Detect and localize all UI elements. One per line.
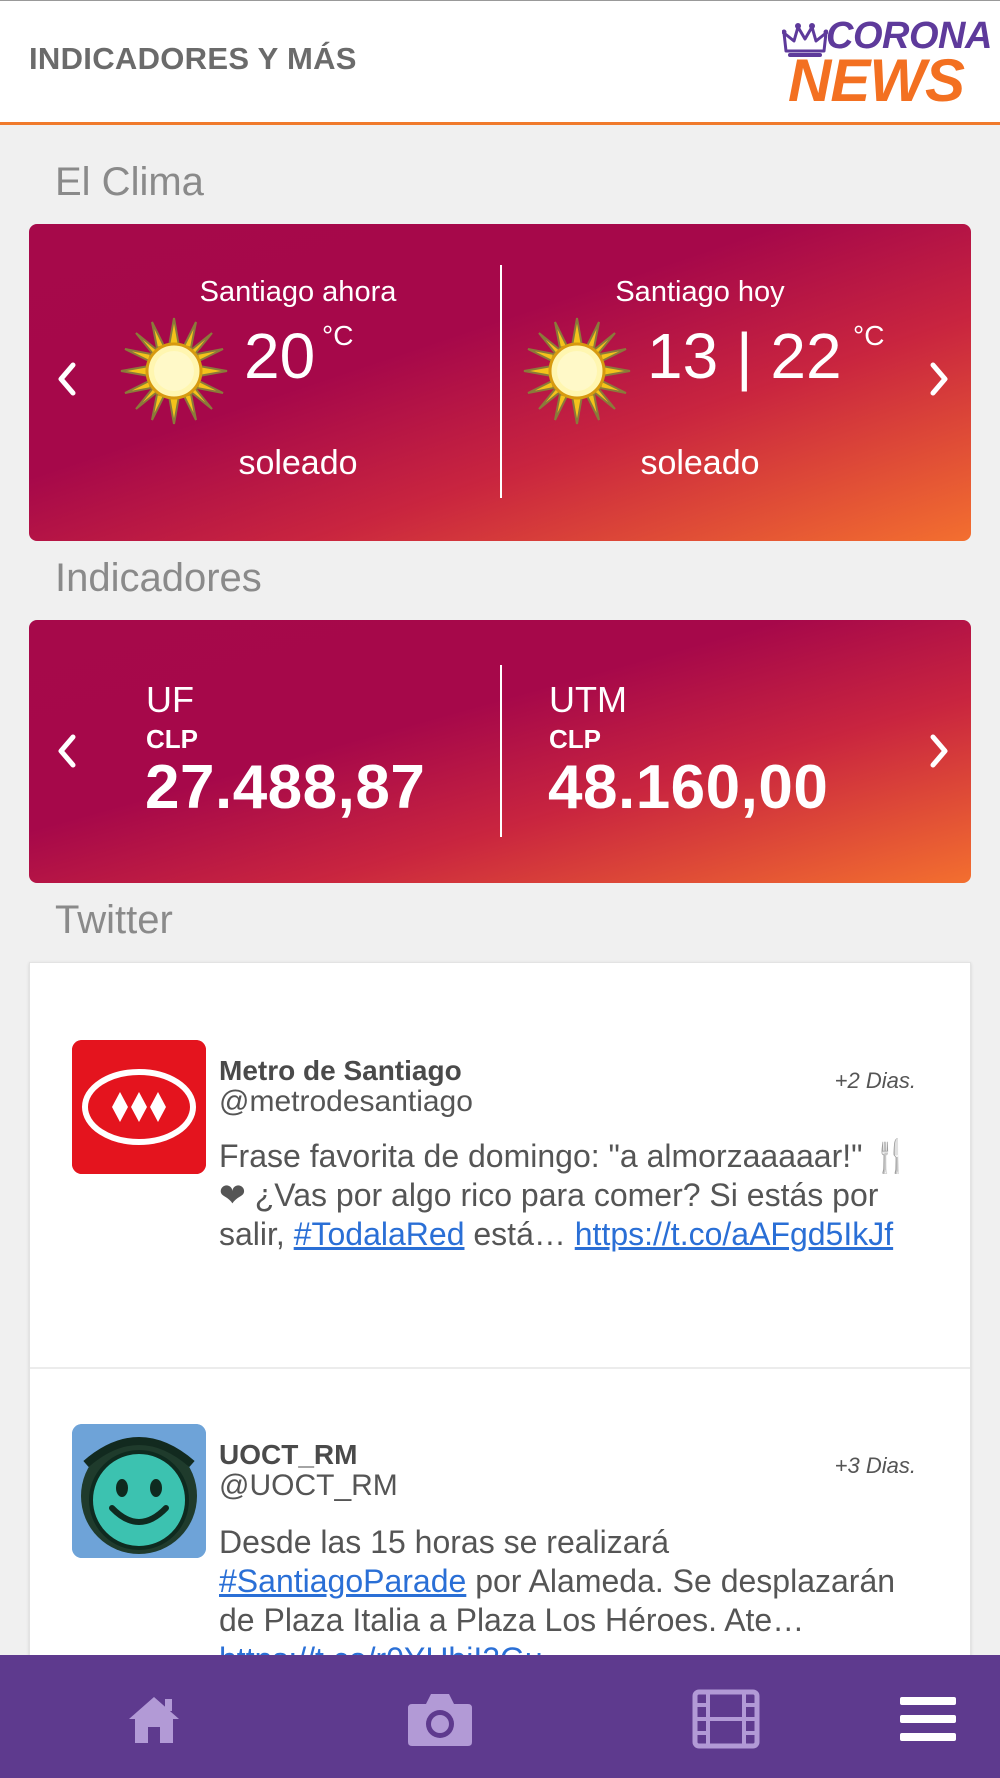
weather-now-unit: °C: [322, 320, 354, 351]
nav-home-button[interactable]: [114, 1679, 194, 1759]
twitter-feed: Metro de Santiago @metrodesantiago +2 Di…: [29, 962, 971, 1662]
tweet-item[interactable]: UOCT_RM @UOCT_RM +3 Dias. Desde las 15 h…: [30, 1369, 970, 1661]
nav-menu-button[interactable]: [888, 1679, 968, 1759]
tweet-text: Desde las 15 horas se realizará #Santiag…: [219, 1523, 919, 1661]
sun-icon: [523, 317, 631, 425]
tweet-text-part: está…: [464, 1216, 575, 1252]
chevron-left-icon: [58, 362, 76, 396]
tweet-text: Frase favorita de domingo: "a almorzaaaa…: [219, 1137, 919, 1254]
tweet-author-handle[interactable]: @UOCT_RM: [219, 1469, 398, 1503]
weather-divider: [500, 265, 502, 498]
sun-icon: [120, 317, 228, 425]
weather-today-temp: 13 | 22: [647, 320, 842, 392]
corona-news-logo[interactable]: CORONA NEWS: [782, 13, 992, 114]
tweet-hashtag-link[interactable]: #TodalaRed: [294, 1216, 465, 1252]
app-header: INDICADORES Y MÁS CORONA NEWS: [0, 0, 1000, 125]
tweet-timestamp: +3 Dias.: [834, 1453, 916, 1478]
weather-section-title: El Clima: [55, 160, 204, 204]
tweet-url-link[interactable]: https://t.co/aAFgd5IkJf: [575, 1216, 893, 1252]
chevron-left-icon: [58, 734, 76, 768]
home-icon: [129, 1697, 179, 1743]
nav-video-button[interactable]: [686, 1679, 766, 1759]
bottom-navigation: [0, 1655, 1000, 1778]
indicators-card: UF CLP 27.488,87 UTM CLP 48.160,00: [29, 620, 971, 883]
logo-news-text: NEWS: [788, 47, 965, 114]
tweet-author-name: Metro de Santiago: [219, 1055, 462, 1086]
metro-avatar[interactable]: [72, 1040, 206, 1174]
tweet-item[interactable]: Metro de Santiago @metrodesantiago +2 Di…: [30, 963, 970, 1367]
weather-now-temp: 20: [244, 320, 316, 392]
weather-next-button[interactable]: [919, 359, 959, 399]
camera-icon: [408, 1694, 472, 1746]
tweet-author-handle[interactable]: @metrodesantiago: [219, 1085, 473, 1119]
nav-camera-button[interactable]: [400, 1679, 480, 1759]
weather-prev-button[interactable]: [47, 359, 87, 399]
weather-today-label: Santiago hoy: [615, 276, 785, 308]
indicator-utm-currency: CLP: [549, 724, 601, 754]
indicator-utm-value: 48.160,00: [548, 753, 829, 822]
indicator-uf-currency: CLP: [146, 724, 198, 754]
indicator-uf-value: 27.488,87: [145, 753, 426, 822]
indicator-utm-name: UTM: [549, 679, 627, 720]
weather-today-unit: °C: [853, 320, 885, 351]
indicator-uf-name: UF: [146, 679, 194, 720]
page-title: INDICADORES Y MÁS: [29, 41, 357, 76]
tweet-timestamp: +2 Dias.: [834, 1068, 916, 1093]
film-icon: [692, 1689, 760, 1749]
weather-today-condition: soleado: [640, 444, 760, 482]
indicators-prev-button[interactable]: [47, 731, 87, 771]
indicators-next-button[interactable]: [919, 731, 959, 771]
tweet-hashtag-link[interactable]: #SantiagoParade: [219, 1563, 466, 1599]
indicators-divider: [500, 665, 502, 837]
indicators-section-title: Indicadores: [55, 556, 262, 600]
uoct-avatar[interactable]: [72, 1424, 206, 1558]
weather-card: Santiago ahora 20 °C soleado Santiago ho…: [29, 224, 971, 541]
chevron-right-icon: [930, 734, 948, 768]
twitter-section-title: Twitter: [55, 898, 173, 942]
tweet-author-name: UOCT_RM: [219, 1439, 358, 1470]
tweet-text-part: Desde las 15 horas se realizará: [219, 1524, 670, 1560]
smiley-traffic-light-icon: [72, 1424, 206, 1558]
metro-logo-icon: [72, 1040, 206, 1174]
chevron-right-icon: [930, 362, 948, 396]
weather-now-label: Santiago ahora: [199, 276, 397, 308]
weather-now-condition: soleado: [238, 444, 358, 482]
menu-icon: [900, 1697, 956, 1741]
